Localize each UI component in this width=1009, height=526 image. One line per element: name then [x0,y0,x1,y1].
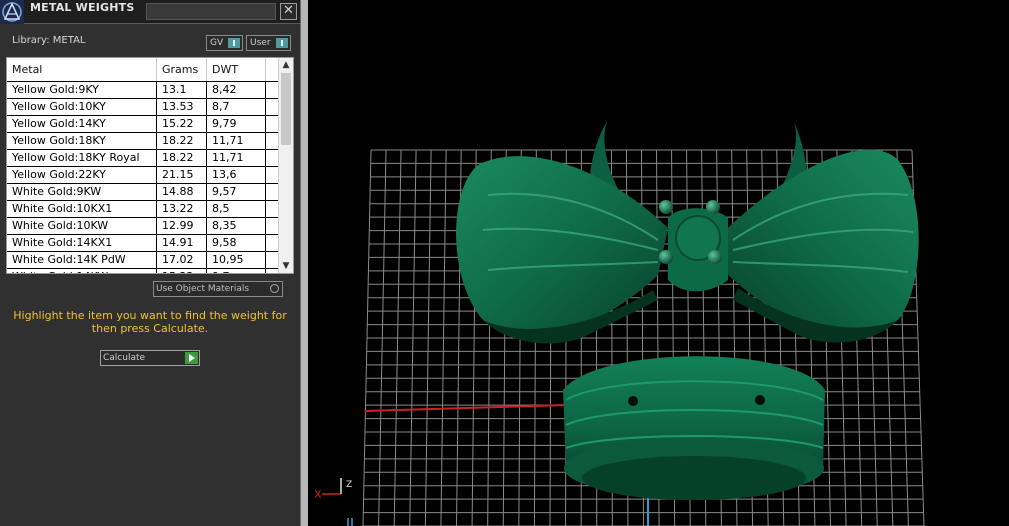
scroll-down-icon[interactable]: ▼ [279,259,293,273]
dwt-cell: 8,42 [207,82,265,98]
empty-cell [266,99,278,115]
table-row[interactable]: Yellow Gold:10KY 13.53 8,7 [7,98,279,115]
instruction-text: Highlight the item you want to find the … [13,309,287,335]
x-axis-line [364,404,569,412]
user-toggle-label: User [250,38,271,48]
scroll-up-icon[interactable]: ▲ [279,58,293,72]
grams-cell: 18.22 [157,150,206,166]
use-object-materials-button[interactable]: Use Object Materials [153,281,283,297]
close-button[interactable]: ✕ [280,3,297,20]
grams-cell: 12.99 [157,218,206,234]
dwt-cell: 9,79 [207,116,265,132]
empty-cell [266,235,278,251]
dwt-cell: 11,71 [207,133,265,149]
grams-cell: 17.02 [157,252,206,268]
empty-cell [266,218,278,234]
empty-cell [266,150,278,166]
table-body: Yellow Gold:9KY 13.1 8,42 Yellow Gold:10KY 1… [7,81,279,273]
viewport-scene: X Z [314,120,925,526]
scrollbar-thumb[interactable] [281,73,291,145]
title-drag-area[interactable] [146,3,276,20]
dwt-cell: 10,95 [207,252,265,268]
table-row[interactable]: White Gold:10KW 12.99 8,35 [7,217,279,234]
table-header: Metal Grams DWT [7,58,279,81]
metal-cell: White Gold:9KW [7,184,156,200]
table-row[interactable]: White Gold:10KX1 13.22 8,5 [7,200,279,217]
table-row[interactable]: Yellow Gold:14KY 15.22 9,79 [7,115,279,132]
column-header-grams[interactable]: Grams [157,58,207,81]
empty-cell [266,269,278,273]
gv-toggle-label: GV [210,38,224,48]
user-toggle[interactable]: User [246,35,291,51]
metal-cell: White Gold:10KX1 [7,201,156,217]
grams-cell: 13.22 [157,201,206,217]
dwt-cell: 8,35 [207,218,265,234]
table-row[interactable]: White Gold:9KW 14.88 9,57 [7,183,279,200]
table-row[interactable]: White Gold:14KW15.229,7 [7,268,279,273]
empty-cell [266,184,278,200]
table-row[interactable]: Yellow Gold:18KY 18.22 11,71 [7,132,279,149]
column-header-dwt[interactable]: DWT [207,58,266,81]
empty-cell [266,82,278,98]
table-scrollbar[interactable]: ▲ ▼ [278,58,293,273]
toggle-knob-icon [276,38,288,48]
dwt-cell: 9,58 [207,235,265,251]
play-arrow-icon [185,352,198,364]
dwt-cell: 13,6 [207,167,265,183]
metal-weights-panel: METAL WEIGHTS ✕ Library: METAL GV User M… [0,0,300,526]
table-row[interactable]: Yellow Gold:18KY Royal 18.22 11,71 [7,149,279,166]
axis-z-label: Z [346,480,352,490]
dwt-cell: 9,7 [207,269,265,273]
radio-icon [270,284,279,293]
table-row[interactable]: White Gold:14K PdW 17.02 10,95 [7,251,279,268]
dwt-cell: 8,5 [207,201,265,217]
app-logo-icon [0,0,24,24]
library-label: Library: METAL [12,35,86,46]
band-ring-model [563,356,825,500]
grams-cell: 21.15 [157,167,206,183]
metal-cell: Yellow Gold:18KY [7,133,156,149]
use-object-materials-label: Use Object Materials [156,284,250,294]
bow-ring-model [456,120,919,344]
calculate-button[interactable]: Calculate [100,350,200,366]
panel-title: METAL WEIGHTS [30,1,135,14]
grams-cell: 15.22 [157,116,206,132]
empty-cell [266,116,278,132]
column-header-metal[interactable]: Metal [7,58,157,81]
metal-cell: Yellow Gold:22KY [7,167,156,183]
metal-cell: Yellow Gold:9KY [7,82,156,98]
panel-splitter[interactable] [300,0,308,526]
axis-x-label: X [314,488,322,501]
grams-cell: 13.1 [157,82,206,98]
grams-cell: 18.22 [157,133,206,149]
panel-titlebar: METAL WEIGHTS ✕ [0,0,300,24]
table-row[interactable]: Yellow Gold:9KY 13.1 8,42 [7,81,279,98]
metal-cell: Yellow Gold:18KY Royal [7,150,156,166]
dwt-cell: 9,57 [207,184,265,200]
3d-viewport[interactable]: X Z [308,0,1009,526]
metal-cell: White Gold:14KW [7,269,156,273]
metal-table: Metal Grams DWT Yellow Gold:9KY 13.1 8,42 Y… [6,57,294,274]
table-row[interactable]: Yellow Gold:22KY 21.15 13,6 [7,166,279,183]
metal-cell: White Gold:14K PdW [7,252,156,268]
grams-cell: 13.53 [157,99,206,115]
calculate-label: Calculate [103,353,146,363]
dwt-cell: 11,71 [207,150,265,166]
metal-cell: Yellow Gold:10KY [7,99,156,115]
close-icon: ✕ [283,3,294,18]
grams-cell: 15.22 [157,269,206,273]
empty-cell [266,167,278,183]
empty-cell [266,201,278,217]
dwt-cell: 8,7 [207,99,265,115]
grams-cell: 14.91 [157,235,206,251]
metal-cell: White Gold:10KW [7,218,156,234]
toggle-knob-icon [228,38,240,48]
empty-cell [266,252,278,268]
empty-cell [266,133,278,149]
table-row[interactable]: White Gold:14KX1 14.91 9,58 [7,234,279,251]
gv-toggle[interactable]: GV [206,35,243,51]
grams-cell: 14.88 [157,184,206,200]
metal-cell: White Gold:14KX1 [7,235,156,251]
metal-cell: Yellow Gold:14KY [7,116,156,132]
